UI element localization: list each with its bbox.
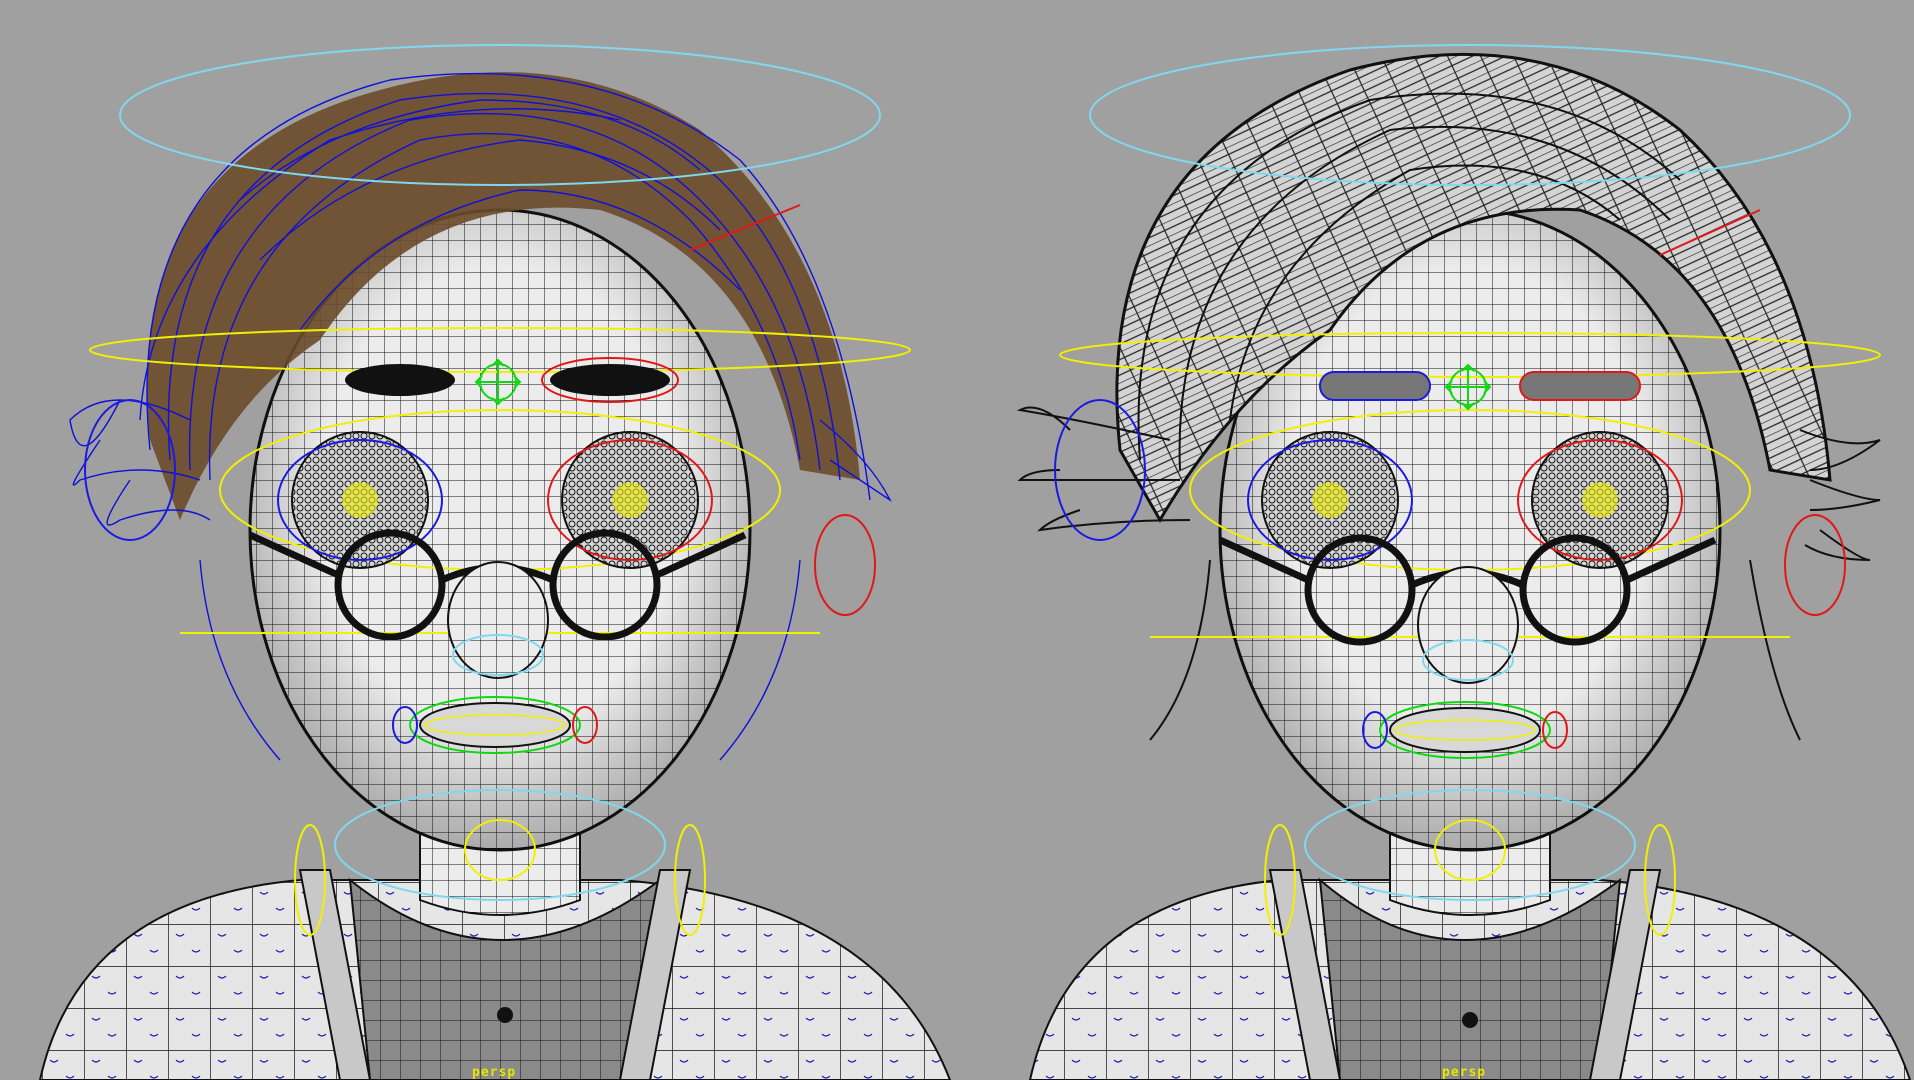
ear-ctrl-red[interactable]: [814, 514, 876, 616]
eyebrow-right[interactable]: [1519, 371, 1641, 401]
mouth[interactable]: [419, 702, 571, 748]
shirt-button: [497, 1007, 513, 1023]
pupil-right: [1582, 482, 1618, 518]
pupil-left: [342, 482, 378, 518]
viewport-left[interactable]: persp: [0, 0, 980, 1080]
viewport-right-canvas[interactable]: [980, 0, 1914, 1080]
viewport-left-canvas[interactable]: [0, 0, 980, 1080]
maya-dual-viewport: persp persp: [0, 0, 1914, 1080]
eyebrow-right[interactable]: [550, 364, 670, 396]
viewport-right[interactable]: persp: [980, 0, 1914, 1080]
nose[interactable]: [447, 561, 549, 679]
nose[interactable]: [1417, 566, 1519, 684]
mouth[interactable]: [1389, 707, 1541, 753]
camera-label-left: persp: [472, 1065, 517, 1080]
ear-ctrl-red[interactable]: [1784, 514, 1846, 616]
camera-label-right: persp: [1442, 1065, 1487, 1080]
eyebrow-left[interactable]: [1319, 371, 1431, 401]
pupil-left: [1312, 482, 1348, 518]
pupil-right: [612, 482, 648, 518]
eyebrow-left[interactable]: [345, 364, 455, 396]
shirt-button: [1462, 1012, 1478, 1028]
